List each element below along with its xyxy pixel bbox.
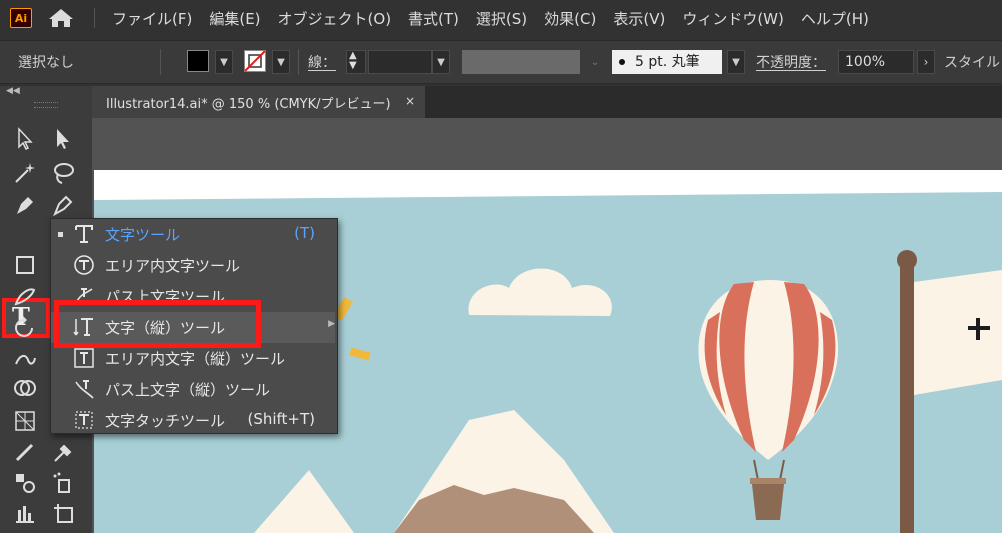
menu-bar: Ai ファイル(F) 編集(E) オブジェクト(O) 書式(T) 選択(S) 効… xyxy=(0,0,1002,36)
stroke-weight-field[interactable] xyxy=(368,50,432,74)
opacity-field[interactable]: 100% xyxy=(838,50,914,74)
stroke-weight-label: 線： xyxy=(308,55,336,71)
fill-dropdown[interactable]: ▼ xyxy=(215,50,233,74)
flyout-item-touch-type-tool[interactable]: 文字タッチツール (Shift+T) xyxy=(51,405,337,436)
eyedropper-tool-icon[interactable] xyxy=(50,440,76,466)
style-label[interactable]: スタイル xyxy=(944,52,1000,72)
variable-width-profile[interactable] xyxy=(462,50,580,74)
control-bar: 選択なし ▼ ▼ 線： ▲ ▼ ▼ ⌄ 5 pt. 丸筆 ▼ 不透明度： 100%… xyxy=(0,40,1002,84)
menu-window[interactable]: ウィンドウ(W) xyxy=(682,8,784,29)
profile-dropdown: ⌄ xyxy=(586,50,604,74)
perspective-grid-tool-icon[interactable] xyxy=(12,408,38,434)
document-tab-bar: Illustrator14.ai* @ 150 % (CMYK/プレビュー) × xyxy=(92,86,1002,118)
fill-swatch[interactable] xyxy=(187,50,209,72)
flyout-item-label: 文字ツール xyxy=(105,226,181,244)
stroke-stepper[interactable]: ▲ ▼ xyxy=(346,50,366,74)
collapse-panel-icon[interactable]: ◀◀ xyxy=(6,86,20,96)
opacity-label: 不透明度： xyxy=(756,55,826,71)
current-tool-indicator xyxy=(58,232,63,237)
menu-select[interactable]: 選択(S) xyxy=(476,8,527,29)
touch-type-icon xyxy=(75,411,93,429)
stroke-weight-dropdown[interactable]: ▼ xyxy=(432,50,450,74)
lasso-tool-icon[interactable] xyxy=(50,160,76,186)
paintbrush-tool-icon[interactable] xyxy=(12,284,38,310)
selection-tool-icon[interactable] xyxy=(12,126,38,152)
flyout-item-label: 文字タッチツール xyxy=(105,412,226,430)
flyout-item-area-type-tool[interactable]: エリア内文字ツール xyxy=(51,250,337,281)
close-icon[interactable]: × xyxy=(405,94,415,108)
blend-tool-icon[interactable] xyxy=(12,470,38,496)
separator xyxy=(298,49,299,75)
flyout-item-type-tool[interactable]: 文字ツール (T) xyxy=(51,219,337,250)
menu-type[interactable]: 書式(T) xyxy=(408,8,459,29)
brush-definition[interactable]: 5 pt. 丸筆 xyxy=(612,50,722,74)
shape-builder-tool-icon[interactable] xyxy=(12,376,38,402)
flyout-item-shortcut: (Shift+T) xyxy=(247,410,315,428)
area-type-icon xyxy=(74,255,94,275)
separator xyxy=(160,49,161,75)
direct-selection-tool-icon[interactable] xyxy=(50,126,76,152)
rectangle-tool-icon[interactable] xyxy=(12,252,38,278)
magic-wand-tool-icon[interactable] xyxy=(12,160,38,186)
type-icon xyxy=(75,225,93,243)
flyout-item-vertical-type-on-path-tool[interactable]: パス上文字（縦）ツール xyxy=(51,374,337,405)
vertical-type-callout-box xyxy=(54,300,261,348)
flyout-item-label: パス上文字（縦）ツール xyxy=(105,381,271,399)
flyout-item-label: エリア内文字ツール xyxy=(105,257,241,275)
gradient-tool-icon[interactable] xyxy=(12,440,38,466)
warp-tool-icon[interactable] xyxy=(12,346,38,372)
pen-tool-icon[interactable] xyxy=(12,192,38,218)
stroke-none-swatch[interactable] xyxy=(244,50,266,72)
menu-view[interactable]: 表示(V) xyxy=(613,8,665,29)
curvature-tool-icon[interactable] xyxy=(50,192,76,218)
selection-status: 選択なし xyxy=(18,55,74,71)
menu-file[interactable]: ファイル(F) xyxy=(112,8,192,29)
artboard-tool-icon[interactable] xyxy=(50,500,76,526)
menu-separator xyxy=(94,8,95,28)
panel-grip[interactable] xyxy=(34,102,58,108)
menu-object[interactable]: オブジェクト(O) xyxy=(278,8,392,29)
stroke-dropdown[interactable]: ▼ xyxy=(272,50,290,74)
home-icon[interactable] xyxy=(48,8,74,28)
vertical-type-on-path-icon xyxy=(75,380,94,399)
app-logo: Ai xyxy=(10,8,32,28)
menu-help[interactable]: ヘルプ(H) xyxy=(801,8,869,29)
column-graph-tool-icon[interactable] xyxy=(12,500,38,526)
rotate-tool-icon[interactable] xyxy=(12,314,38,340)
brush-label: 5 pt. 丸筆 xyxy=(635,54,700,70)
document-tab-title: Illustrator14.ai* @ 150 % (CMYK/プレビュー) xyxy=(106,96,391,112)
opacity-arrow[interactable]: › xyxy=(917,50,935,74)
symbol-sprayer-tool-icon[interactable] xyxy=(50,470,76,496)
flyout-item-shortcut: (T) xyxy=(294,224,315,242)
menu-effect[interactable]: 効果(C) xyxy=(544,8,596,29)
document-tab[interactable]: Illustrator14.ai* @ 150 % (CMYK/プレビュー) × xyxy=(92,86,425,118)
vertical-area-type-icon xyxy=(74,348,94,368)
brush-dropdown[interactable]: ▼ xyxy=(727,50,745,74)
menu-edit[interactable]: 編集(E) xyxy=(209,8,260,29)
flyout-item-label: エリア内文字（縦）ツール xyxy=(105,350,286,368)
